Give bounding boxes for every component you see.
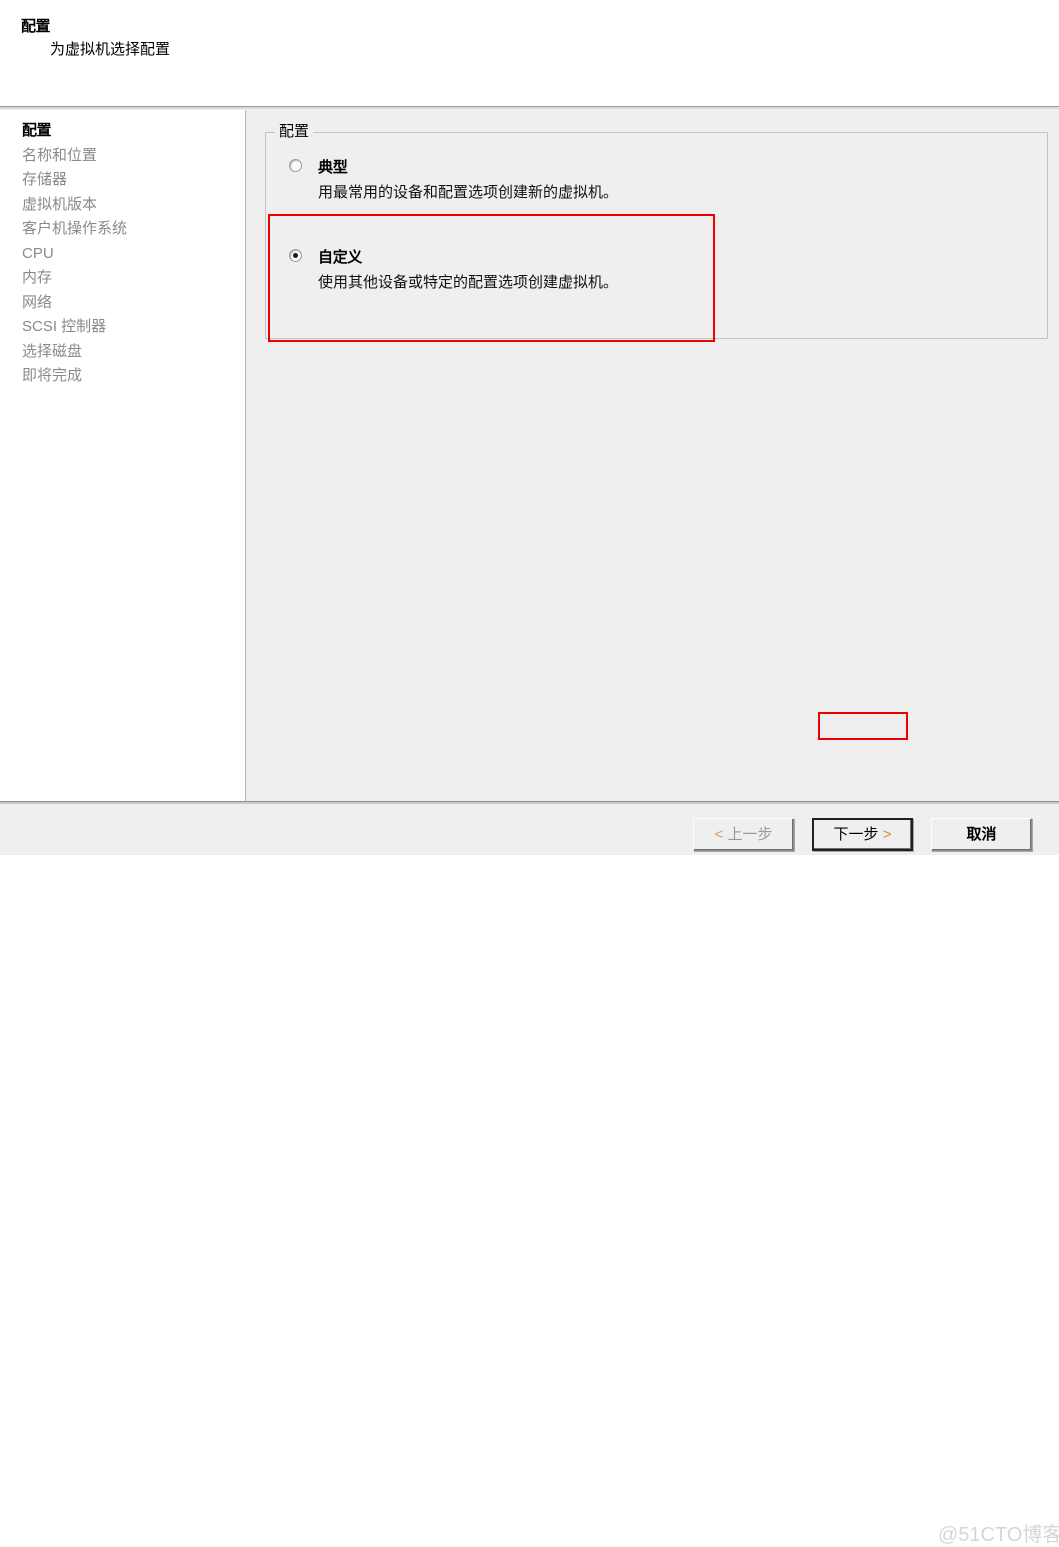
radio-custom-label: 自定义: [318, 249, 363, 266]
sidebar-item-memory[interactable]: 内存: [22, 266, 237, 291]
sidebar-item-vm-version[interactable]: 虚拟机版本: [22, 193, 237, 218]
sidebar-item-select-disk[interactable]: 选择磁盘: [22, 340, 237, 365]
sidebar-item-guest-os[interactable]: 客户机操作系统: [22, 217, 237, 242]
watermark: @51CTO博客: [938, 1524, 1059, 1546]
radio-typical-icon[interactable]: [289, 159, 302, 172]
back-button[interactable]: < 上一步: [693, 818, 794, 851]
right-arrow-icon: >: [882, 826, 892, 843]
wizard-footer: < 上一步 下一步 > 取消 @51CTO博客: [0, 804, 1059, 1546]
page-title: 配置: [21, 18, 51, 35]
left-arrow-icon: <: [714, 826, 724, 843]
back-button-label: 上一步: [727, 826, 773, 843]
groupbox-legend: 配置: [275, 122, 314, 142]
sidebar-item-name-and-location[interactable]: 名称和位置: [22, 144, 237, 169]
wizard-content-area: 配置 典型 用最常用的设备和配置选项创建新的虚拟机。 自定义 使用其他设备或特定…: [246, 109, 1059, 801]
page-subtitle: 为虚拟机选择配置: [50, 41, 171, 58]
sidebar-item-network[interactable]: 网络: [22, 291, 237, 316]
next-button-label: 下一步: [833, 826, 879, 843]
wizard-header: 配置 为虚拟机选择配置: [0, 0, 1059, 106]
sidebar-item-storage[interactable]: 存储器: [22, 168, 237, 193]
sidebar-item-ready-to-complete[interactable]: 即将完成: [22, 364, 237, 389]
radio-typical-label: 典型: [318, 159, 348, 176]
dialog-body: 配置 名称和位置 存储器 虚拟机版本 客户机操作系统 CPU 内存 网络 SCS…: [0, 109, 1059, 1546]
cancel-button[interactable]: 取消: [931, 818, 1032, 851]
sidebar-item-cpu[interactable]: CPU: [22, 242, 237, 267]
sidebar-item-configuration[interactable]: 配置: [22, 119, 237, 144]
next-button[interactable]: 下一步 >: [812, 818, 913, 851]
radio-custom-icon[interactable]: [289, 249, 302, 262]
cancel-button-label: 取消: [966, 826, 997, 843]
radio-custom-description: 使用其他设备或特定的配置选项创建虚拟机。: [318, 274, 619, 291]
radio-typical-description: 用最常用的设备和配置选项创建新的虚拟机。: [318, 184, 619, 201]
wizard-step-sidebar: 配置 名称和位置 存储器 虚拟机版本 客户机操作系统 CPU 内存 网络 SCS…: [0, 110, 246, 802]
sidebar-item-scsi-controller[interactable]: SCSI 控制器: [22, 315, 237, 340]
configuration-groupbox: 配置 典型 用最常用的设备和配置选项创建新的虚拟机。 自定义 使用其他设备或特定…: [265, 122, 1048, 339]
sidebar-step-list: 配置 名称和位置 存储器 虚拟机版本 客户机操作系统 CPU 内存 网络 SCS…: [22, 119, 237, 389]
